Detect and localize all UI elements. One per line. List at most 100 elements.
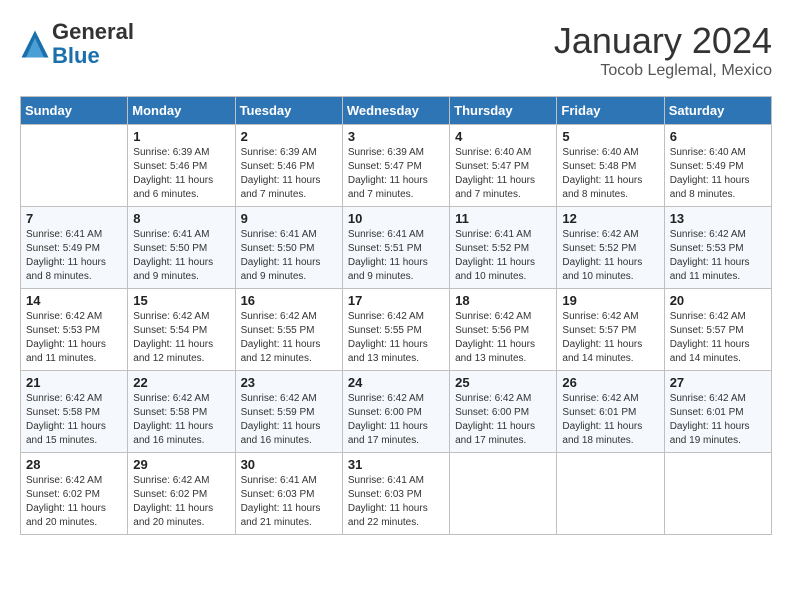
day-number: 14 — [26, 293, 122, 308]
day-info: Sunrise: 6:42 AMSunset: 5:53 PMDaylight:… — [26, 310, 122, 366]
day-info: Sunrise: 6:41 AMSunset: 5:52 PMDaylight:… — [455, 228, 551, 284]
calendar-day-2: 2 Sunrise: 6:39 AMSunset: 5:46 PMDaylight… — [235, 125, 342, 207]
calendar-day-3: 3Sunrise: 6:39 AMSunset: 5:47 PMDaylight… — [342, 125, 449, 207]
day-number: 6 — [670, 129, 766, 144]
day-info: Sunrise: 6:41 AMSunset: 5:51 PMDaylight:… — [348, 228, 444, 284]
day-number: 7 — [26, 211, 122, 226]
day-info: Sunrise: 6:41 AMSunset: 5:50 PMDaylight:… — [241, 228, 337, 284]
calendar-day-8: 8 Sunrise: 6:41 AMSunset: 5:50 PMDaylight… — [128, 207, 235, 289]
calendar-empty-cell — [557, 453, 664, 535]
logo: General Blue — [20, 20, 134, 68]
calendar-day-16: 16 Sunrise: 6:42 AMSunset: 5:55 PMDayligh… — [235, 289, 342, 371]
day-info: Sunrise: 6:41 AMSunset: 5:50 PMDaylight:… — [133, 228, 229, 284]
day-info: Sunrise: 6:42 AMSunset: 6:02 PMDaylight:… — [133, 474, 229, 530]
day-number: 13 — [670, 211, 766, 226]
day-info: Sunrise: 6:42 AMSunset: 5:58 PMDaylight:… — [26, 392, 122, 448]
logo-general: General — [52, 20, 134, 44]
day-number: 8 — [133, 211, 229, 226]
day-info: Sunrise: 6:40 AMSunset: 5:47 PMDaylight:… — [455, 146, 551, 202]
calendar-day-28: 28Sunrise: 6:42 AMSunset: 6:02 PMDayligh… — [21, 453, 128, 535]
calendar-day-17: 17Sunrise: 6:42 AMSunset: 5:55 PMDayligh… — [342, 289, 449, 371]
day-number: 1 — [133, 129, 229, 144]
calendar-day-14: 14 Sunrise: 6:42 AMSunset: 5:53 PMDayligh… — [21, 289, 128, 371]
day-info: Sunrise: 6:41 AMSunset: 6:03 PMDaylight:… — [241, 474, 337, 530]
day-info: Sunrise: 6:42 AMSunset: 5:58 PMDaylight:… — [133, 392, 229, 448]
day-number: 9 — [241, 211, 337, 226]
calendar-day-6: 6Sunrise: 6:40 AMSunset: 5:49 PMDaylight… — [664, 125, 771, 207]
calendar-day-31: 31 Sunrise: 6:41 AMSunset: 6:03 PMDayligh… — [342, 453, 449, 535]
logo-icon — [20, 29, 50, 59]
day-number: 2 — [241, 129, 337, 144]
calendar-day-26: 26Sunrise: 6:42 AMSunset: 6:01 PMDayligh… — [557, 371, 664, 453]
calendar-day-20: 20 Sunrise: 6:42 AMSunset: 5:57 PMDayligh… — [664, 289, 771, 371]
day-number: 29 — [133, 457, 229, 472]
calendar-day-18: 18 Sunrise: 6:42 AMSunset: 5:56 PMDayligh… — [450, 289, 557, 371]
day-header-monday: Monday — [128, 97, 235, 125]
calendar-day-1: 1 Sunrise: 6:39 AMSunset: 5:46 PMDaylight… — [128, 125, 235, 207]
calendar-day-13: 13 Sunrise: 6:42 AMSunset: 5:53 PMDayligh… — [664, 207, 771, 289]
calendar-week-row: 14 Sunrise: 6:42 AMSunset: 5:53 PMDayligh… — [21, 289, 772, 371]
page-header: General Blue January 2024 Tocob Leglemal… — [20, 20, 772, 80]
calendar-day-25: 25Sunrise: 6:42 AMSunset: 6:00 PMDayligh… — [450, 371, 557, 453]
day-info: Sunrise: 6:42 AMSunset: 5:52 PMDaylight:… — [562, 228, 658, 284]
day-number: 30 — [241, 457, 337, 472]
day-info: Sunrise: 6:39 AMSunset: 5:47 PMDaylight:… — [348, 146, 444, 202]
day-info: Sunrise: 6:39 AMSunset: 5:46 PMDaylight:… — [241, 146, 337, 202]
day-info: Sunrise: 6:42 AMSunset: 5:54 PMDaylight:… — [133, 310, 229, 366]
day-info: Sunrise: 6:42 AMSunset: 5:56 PMDaylight:… — [455, 310, 551, 366]
day-number: 12 — [562, 211, 658, 226]
day-info: Sunrise: 6:42 AMSunset: 5:55 PMDaylight:… — [348, 310, 444, 366]
day-number: 19 — [562, 293, 658, 308]
calendar-day-22: 22 Sunrise: 6:42 AMSunset: 5:58 PMDayligh… — [128, 371, 235, 453]
day-info: Sunrise: 6:42 AMSunset: 5:59 PMDaylight:… — [241, 392, 337, 448]
day-header-thursday: Thursday — [450, 97, 557, 125]
calendar-day-30: 30 Sunrise: 6:41 AMSunset: 6:03 PMDayligh… — [235, 453, 342, 535]
calendar-day-7: 7 Sunrise: 6:41 AMSunset: 5:49 PMDaylight… — [21, 207, 128, 289]
calendar-week-row: 7 Sunrise: 6:41 AMSunset: 5:49 PMDaylight… — [21, 207, 772, 289]
day-number: 18 — [455, 293, 551, 308]
day-header-tuesday: Tuesday — [235, 97, 342, 125]
calendar-day-5: 5 Sunrise: 6:40 AMSunset: 5:48 PMDaylight… — [557, 125, 664, 207]
calendar-day-15: 15 Sunrise: 6:42 AMSunset: 5:54 PMDayligh… — [128, 289, 235, 371]
day-number: 24 — [348, 375, 444, 390]
calendar-day-9: 9 Sunrise: 6:41 AMSunset: 5:50 PMDaylight… — [235, 207, 342, 289]
calendar-week-row: 28Sunrise: 6:42 AMSunset: 6:02 PMDayligh… — [21, 453, 772, 535]
logo-text: General Blue — [52, 20, 134, 68]
day-info: Sunrise: 6:42 AMSunset: 5:55 PMDaylight:… — [241, 310, 337, 366]
day-header-wednesday: Wednesday — [342, 97, 449, 125]
day-header-friday: Friday — [557, 97, 664, 125]
day-info: Sunrise: 6:42 AMSunset: 6:01 PMDaylight:… — [670, 392, 766, 448]
title-section: January 2024 Tocob Leglemal, Mexico — [554, 20, 772, 80]
day-info: Sunrise: 6:42 AMSunset: 5:57 PMDaylight:… — [562, 310, 658, 366]
day-number: 11 — [455, 211, 551, 226]
calendar-day-12: 12 Sunrise: 6:42 AMSunset: 5:52 PMDayligh… — [557, 207, 664, 289]
calendar-empty-cell — [664, 453, 771, 535]
calendar-day-10: 10 Sunrise: 6:41 AMSunset: 5:51 PMDayligh… — [342, 207, 449, 289]
day-info: Sunrise: 6:41 AMSunset: 5:49 PMDaylight:… — [26, 228, 122, 284]
day-info: Sunrise: 6:40 AMSunset: 5:48 PMDaylight:… — [562, 146, 658, 202]
day-number: 16 — [241, 293, 337, 308]
day-info: Sunrise: 6:39 AMSunset: 5:46 PMDaylight:… — [133, 146, 229, 202]
calendar-day-21: 21Sunrise: 6:42 AMSunset: 5:58 PMDayligh… — [21, 371, 128, 453]
day-number: 4 — [455, 129, 551, 144]
day-number: 31 — [348, 457, 444, 472]
day-number: 15 — [133, 293, 229, 308]
day-number: 5 — [562, 129, 658, 144]
calendar-empty-cell — [21, 125, 128, 207]
day-info: Sunrise: 6:42 AMSunset: 6:00 PMDaylight:… — [348, 392, 444, 448]
day-info: Sunrise: 6:42 AMSunset: 5:57 PMDaylight:… — [670, 310, 766, 366]
day-info: Sunrise: 6:42 AMSunset: 6:00 PMDaylight:… — [455, 392, 551, 448]
calendar-day-29: 29 Sunrise: 6:42 AMSunset: 6:02 PMDayligh… — [128, 453, 235, 535]
day-number: 20 — [670, 293, 766, 308]
calendar-table: SundayMondayTuesdayWednesdayThursdayFrid… — [20, 96, 772, 535]
day-info: Sunrise: 6:42 AMSunset: 5:53 PMDaylight:… — [670, 228, 766, 284]
day-number: 27 — [670, 375, 766, 390]
day-header-saturday: Saturday — [664, 97, 771, 125]
day-number: 10 — [348, 211, 444, 226]
day-info: Sunrise: 6:42 AMSunset: 6:02 PMDaylight:… — [26, 474, 122, 530]
calendar-day-24: 24 Sunrise: 6:42 AMSunset: 6:00 PMDayligh… — [342, 371, 449, 453]
day-info: Sunrise: 6:41 AMSunset: 6:03 PMDaylight:… — [348, 474, 444, 530]
day-number: 23 — [241, 375, 337, 390]
calendar-header-row: SundayMondayTuesdayWednesdayThursdayFrid… — [21, 97, 772, 125]
day-number: 22 — [133, 375, 229, 390]
